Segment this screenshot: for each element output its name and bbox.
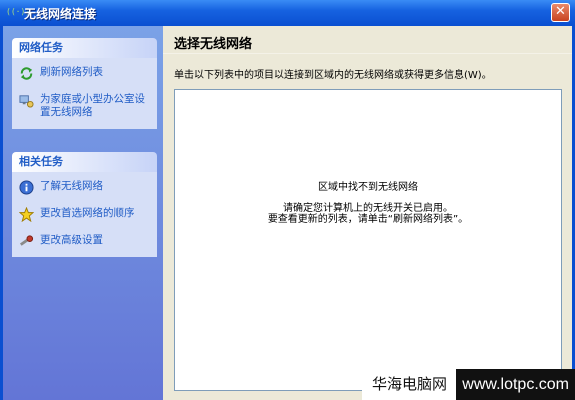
learn-wireless-label: 了解无线网络 [40,180,103,192]
wireless-icon: ((·)) [6,7,31,16]
star-icon [19,207,34,222]
refresh-icon [20,67,33,80]
refresh-hint: 要查看更新的列表，请单击“刷新网络列表”。 [267,214,469,225]
site-watermark: 华海电脑网 www.lotpc.com [362,369,575,400]
task-sidebar: 网络任务 刷新网络列表 为家庭或小型办公室设置无线网络 相关任务 了解无线网络 … [3,26,163,400]
title-bar: ((·)) 无线网络连接 ✕ [0,0,575,26]
setup-network-icon [19,95,34,108]
setup-home-network-link[interactable]: 为家庭或小型办公室设置无线网络 [18,93,151,119]
change-advanced-settings-label: 更改高级设置 [40,234,103,246]
related-tasks-heading: 相关任务 [12,152,157,172]
network-tasks-heading: 网络任务 [12,38,157,58]
no-networks-message: 区域中找不到无线网络 [318,182,418,193]
main-content: 选择无线网络 单击以下列表中的项目以连接到区域内的无线网络或获得更多信息(W)。… [163,26,572,400]
change-preferred-order-label: 更改首选网络的顺序 [40,207,135,219]
setup-home-network-label: 为家庭或小型办公室设置无线网络 [40,93,145,118]
settings-icon [19,235,34,246]
watermark-chinese: 华海电脑网 [372,375,448,393]
refresh-network-list-link[interactable]: 刷新网络列表 [18,66,151,80]
close-button[interactable]: ✕ [551,3,570,22]
info-icon [19,180,34,195]
page-title: 选择无线网络 [174,37,253,52]
window-title: 无线网络连接 [24,7,97,21]
instruction-text: 单击以下列表中的项目以连接到区域内的无线网络或获得更多信息(W)。 [174,70,492,81]
watermark-url: www.lotpc.com [456,369,575,400]
wireless-network-list[interactable]: 区域中找不到无线网络 请确定您计算机上的无线开关已启用。 要查看更新的列表，请单… [174,89,562,391]
change-advanced-settings-link[interactable]: 更改高级设置 [18,234,151,247]
network-tasks-body: 刷新网络列表 为家庭或小型办公室设置无线网络 [12,58,157,129]
network-tasks-panel: 网络任务 刷新网络列表 为家庭或小型办公室设置无线网络 [12,38,157,129]
refresh-network-list-label: 刷新网络列表 [40,66,103,78]
related-tasks-body: 了解无线网络 更改首选网络的顺序 更改高级设置 [12,172,157,257]
change-preferred-order-link[interactable]: 更改首选网络的顺序 [18,207,151,222]
related-tasks-panel: 相关任务 了解无线网络 更改首选网络的顺序 更改高级设置 [12,152,157,257]
heading-divider [163,53,572,54]
learn-wireless-link[interactable]: 了解无线网络 [18,180,151,195]
